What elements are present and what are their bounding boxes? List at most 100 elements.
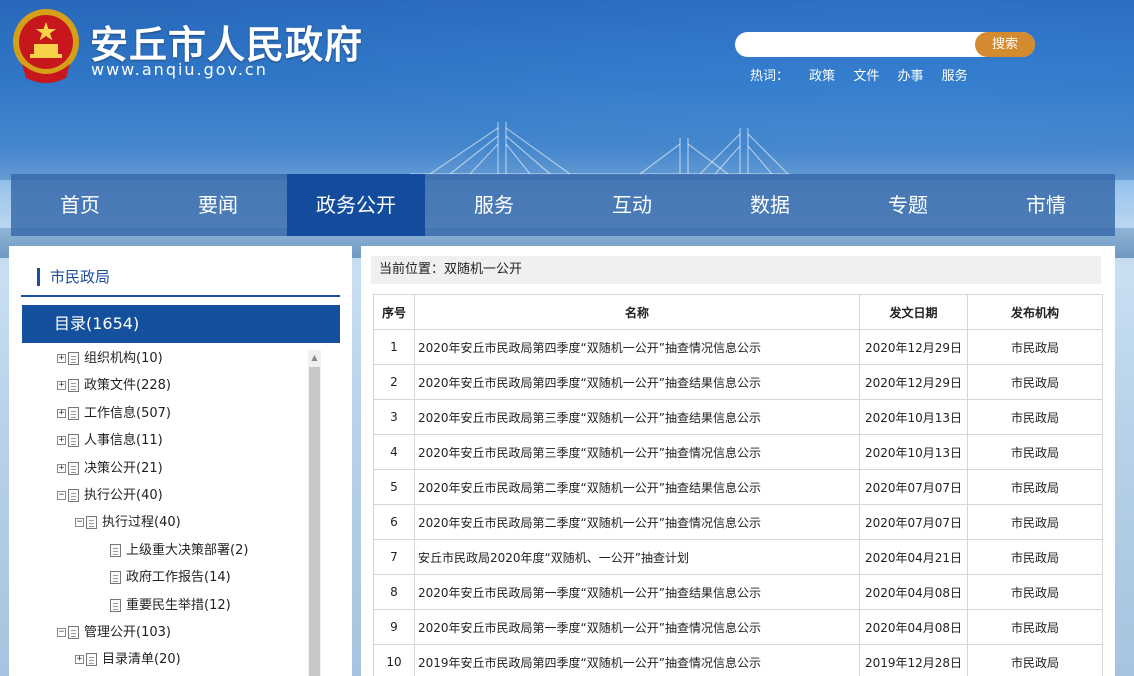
cell-index: 9 bbox=[373, 609, 415, 645]
nav-city-info[interactable]: 市情 bbox=[977, 174, 1115, 236]
tree-node[interactable]: + 政策文件(228) bbox=[57, 377, 171, 395]
scroll-up-arrow-icon[interactable]: ▲ bbox=[308, 350, 321, 366]
hot-word-link[interactable]: 政策 bbox=[809, 69, 835, 84]
tree-node[interactable]: + 组织机构(10) bbox=[57, 350, 163, 368]
tree-node-label[interactable]: 人事信息(11) bbox=[84, 433, 163, 448]
cell-title[interactable]: 安丘市民政局2020年度“双随机、一公开”抽查计划 bbox=[414, 539, 860, 575]
document-icon bbox=[68, 379, 79, 393]
tree-node-label[interactable]: 目录清单(20) bbox=[102, 652, 181, 667]
bridge-illustration bbox=[410, 122, 790, 175]
collapse-icon[interactable]: − bbox=[75, 518, 84, 528]
collapse-icon[interactable]: − bbox=[57, 628, 66, 637]
nav-news[interactable]: 要闻 bbox=[149, 174, 287, 236]
expand-icon[interactable]: + bbox=[57, 354, 66, 363]
cell-index: 2 bbox=[373, 364, 415, 400]
catalog-header[interactable]: 目录(1654) bbox=[22, 305, 340, 343]
table-row: 8 2020年安丘市民政局第一季度“双随机一公开”抽查结果信息公示 2020年04月… bbox=[373, 574, 1103, 610]
cell-title[interactable]: 2020年安丘市民政局第三季度“双随机一公开”抽查结果信息公示 bbox=[414, 399, 860, 435]
tree-node[interactable]: + 决策公开(21) bbox=[57, 460, 163, 478]
tree-node[interactable]: + 工作信息(507) bbox=[57, 405, 171, 423]
cell-publisher: 市民政局 bbox=[967, 539, 1103, 575]
hot-word-link[interactable]: 办事 bbox=[897, 69, 923, 84]
cell-publisher: 市民政局 bbox=[967, 364, 1103, 400]
nav-interaction[interactable]: 互动 bbox=[563, 174, 701, 236]
sidebar-heading: 市民政局 bbox=[37, 268, 110, 286]
hot-word-link[interactable]: 服务 bbox=[942, 69, 968, 84]
sidebar-divider bbox=[21, 295, 340, 297]
document-icon bbox=[68, 626, 79, 639]
hot-words: 热词： 政策 文件 办事 服务 bbox=[750, 65, 982, 84]
tree-node[interactable]: − 管理公开(103) bbox=[57, 624, 171, 642]
scroll-thumb[interactable] bbox=[309, 367, 320, 676]
cell-index: 1 bbox=[373, 329, 415, 365]
nav-home[interactable]: 首页 bbox=[11, 174, 149, 236]
tree-node-label[interactable]: 重要民生举措(12) bbox=[126, 598, 231, 613]
expand-icon[interactable]: + bbox=[57, 463, 66, 473]
table-row: 2 2020年安丘市民政局第四季度“双随机一公开”抽查结果信息公示 2020年12月… bbox=[373, 364, 1103, 400]
table-row: 6 2020年安丘市民政局第二季度“双随机一公开”抽查情况信息公示 2020年07月… bbox=[373, 504, 1103, 540]
cell-title[interactable]: 2020年安丘市民政局第一季度“双随机一公开”抽查情况信息公示 bbox=[414, 609, 860, 645]
cell-title[interactable]: 2019年安丘市民政局第四季度“双随机一公开”抽查情况信息公示 bbox=[414, 644, 860, 676]
cell-publisher: 市民政局 bbox=[967, 434, 1103, 470]
cell-index: 6 bbox=[373, 504, 415, 540]
table-row: 7 安丘市民政局2020年度“双随机、一公开”抽查计划 2020年04月21日 市民政… bbox=[373, 539, 1103, 575]
cell-date: 2020年10月13日 bbox=[859, 434, 968, 470]
tree-node[interactable]: 政府工作报告(14) bbox=[99, 569, 231, 587]
cell-publisher: 市民政局 bbox=[967, 504, 1103, 540]
expand-icon[interactable]: + bbox=[57, 381, 66, 391]
cell-date: 2020年10月13日 bbox=[859, 399, 968, 435]
table-row: 5 2020年安丘市民政局第二季度“双随机一公开”抽查结果信息公示 2020年07月… bbox=[373, 469, 1103, 505]
cell-title[interactable]: 2020年安丘市民政局第三季度“双随机一公开”抽查情况信息公示 bbox=[414, 434, 860, 470]
tree-node-label[interactable]: 执行公开(40) bbox=[84, 488, 163, 503]
cell-date: 2020年12月29日 bbox=[859, 364, 968, 400]
cell-publisher: 市民政局 bbox=[967, 329, 1103, 365]
table-header-row: 序号 名称 发文日期 发布机构 bbox=[373, 294, 1103, 330]
document-icon bbox=[68, 406, 79, 420]
column-header-title: 名称 bbox=[414, 294, 860, 330]
nav-government-affairs[interactable]: 政务公开 bbox=[287, 174, 425, 236]
expand-icon[interactable]: + bbox=[57, 436, 66, 446]
tree-node-label[interactable]: 工作信息(507) bbox=[84, 406, 171, 421]
document-icon bbox=[86, 516, 97, 530]
tree-node-label[interactable]: 组织机构(10) bbox=[84, 351, 163, 366]
tree-node[interactable]: 上级重大决策部署(2) bbox=[99, 542, 248, 560]
tree-scrollbar[interactable]: ▲ bbox=[308, 350, 321, 676]
search-button[interactable]: 搜索 bbox=[975, 32, 1035, 57]
tree-node[interactable]: − 执行公开(40) bbox=[57, 487, 163, 505]
table-row: 10 2019年安丘市民政局第四季度“双随机一公开”抽查情况信息公示 2019年12… bbox=[373, 644, 1103, 676]
cell-title[interactable]: 2020年安丘市民政局第二季度“双随机一公开”抽查结果信息公示 bbox=[414, 469, 860, 505]
tree-node-label[interactable]: 决策公开(21) bbox=[84, 461, 163, 476]
cell-title[interactable]: 2020年安丘市民政局第四季度“双随机一公开”抽查情况信息公示 bbox=[414, 329, 860, 365]
nav-topics[interactable]: 专题 bbox=[839, 174, 977, 236]
column-header-date: 发文日期 bbox=[859, 294, 968, 330]
search-input[interactable] bbox=[747, 35, 967, 54]
expand-icon[interactable]: + bbox=[57, 408, 66, 418]
document-table: 序号 名称 发文日期 发布机构 1 2020年安丘市民政局第四季度“双随机一公开”… bbox=[373, 294, 1103, 676]
cell-date: 2020年12月29日 bbox=[859, 329, 968, 365]
search-box: 搜索 bbox=[735, 32, 1035, 57]
tree-node-label[interactable]: 执行过程(40) bbox=[102, 515, 181, 530]
tree-node[interactable]: − 执行过程(40) bbox=[75, 514, 181, 532]
tree-node[interactable]: + 目录清单(20) bbox=[75, 651, 181, 669]
tree-node[interactable]: + 人事信息(11) bbox=[57, 432, 163, 450]
tree-node-label[interactable]: 管理公开(103) bbox=[84, 625, 171, 640]
tree-node-label[interactable]: 政府工作报告(14) bbox=[126, 570, 231, 585]
cell-title[interactable]: 2020年安丘市民政局第四季度“双随机一公开”抽查结果信息公示 bbox=[414, 364, 860, 400]
cell-date: 2020年04月08日 bbox=[859, 574, 968, 610]
tree-node[interactable]: 重要民生举措(12) bbox=[99, 597, 231, 615]
cell-title[interactable]: 2020年安丘市民政局第一季度“双随机一公开”抽查结果信息公示 bbox=[414, 574, 860, 610]
nav-services[interactable]: 服务 bbox=[425, 174, 563, 236]
tree-node-label[interactable]: 上级重大决策部署(2) bbox=[126, 543, 248, 558]
cell-publisher: 市民政局 bbox=[967, 574, 1103, 610]
cell-publisher: 市民政局 bbox=[967, 644, 1103, 676]
hot-words-label: 热词： bbox=[750, 69, 790, 84]
document-icon bbox=[86, 653, 97, 667]
nav-data[interactable]: 数据 bbox=[701, 174, 839, 236]
cell-title[interactable]: 2020年安丘市民政局第二季度“双随机一公开”抽查情况信息公示 bbox=[414, 504, 860, 540]
document-icon bbox=[110, 571, 121, 585]
table-row: 3 2020年安丘市民政局第三季度“双随机一公开”抽查结果信息公示 2020年10月… bbox=[373, 399, 1103, 435]
tree-node-label[interactable]: 政策文件(228) bbox=[84, 378, 171, 393]
hot-word-link[interactable]: 文件 bbox=[853, 69, 879, 84]
expand-icon[interactable]: + bbox=[75, 655, 84, 665]
collapse-icon[interactable]: − bbox=[57, 491, 66, 500]
